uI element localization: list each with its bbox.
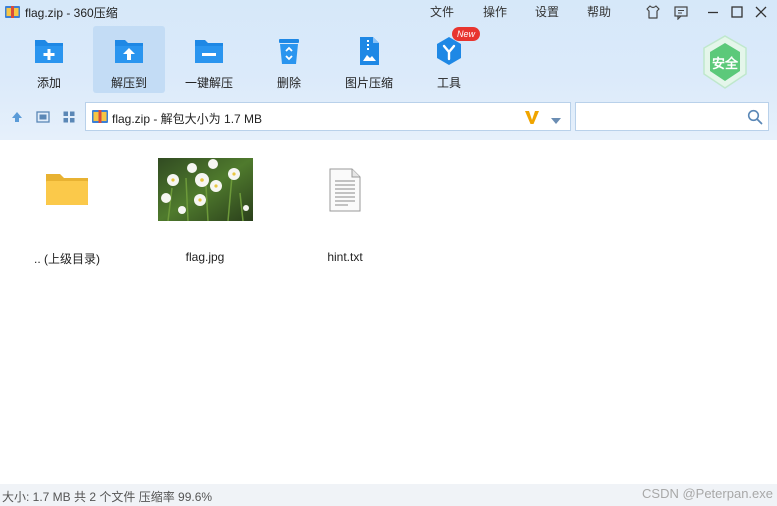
search-input[interactable] bbox=[580, 106, 740, 127]
add-folder-icon bbox=[33, 36, 65, 66]
image-compress-icon bbox=[353, 36, 385, 66]
skin-icon[interactable] bbox=[645, 4, 661, 20]
one-click-extract-label: 一键解压 bbox=[184, 76, 233, 90]
csdn-watermark: CSDN @Peterpan.exe bbox=[642, 486, 773, 501]
extract-to-button[interactable]: 解压到 bbox=[93, 26, 165, 93]
close-icon[interactable] bbox=[753, 4, 769, 20]
delete-button[interactable]: 删除 bbox=[253, 26, 325, 93]
delete-label: 删除 bbox=[276, 76, 301, 90]
menu-operation[interactable]: 操作 bbox=[483, 3, 507, 20]
folder-icon bbox=[45, 171, 89, 207]
text-document-icon bbox=[328, 168, 362, 212]
up-arrow-icon[interactable] bbox=[9, 109, 25, 125]
tools-label: 工具 bbox=[436, 76, 461, 90]
search-box[interactable] bbox=[575, 102, 769, 131]
one-click-extract-icon bbox=[193, 36, 225, 66]
security-label: 安全 bbox=[711, 56, 738, 71]
file-item-flag-jpg[interactable]: flag.jpg bbox=[150, 147, 260, 267]
menu-help[interactable]: 帮助 bbox=[587, 3, 611, 20]
zip-archive-icon bbox=[92, 109, 108, 124]
address-path: flag.zip - 解包大小为 1.7 MB bbox=[112, 112, 263, 126]
app-window: flag.zip - 360压缩 文件 操作 设置 帮助 添加 解压到 一键解压… bbox=[0, 0, 777, 506]
file-item-parent[interactable]: .. (上级目录) bbox=[12, 147, 122, 267]
address-bar[interactable]: flag.zip - 解包大小为 1.7 MB bbox=[85, 102, 571, 131]
feedback-icon[interactable] bbox=[673, 4, 689, 21]
add-label: 添加 bbox=[36, 76, 61, 90]
search-icon[interactable] bbox=[747, 109, 763, 125]
flower-photo-thumbnail bbox=[158, 158, 253, 222]
file-list-area: .. (上级目录) flag.jpg hint.txt bbox=[0, 140, 777, 484]
detail-view-icon[interactable] bbox=[35, 109, 51, 125]
minimize-icon[interactable] bbox=[705, 4, 721, 20]
status-summary: 大小: 1.7 MB 共 2 个文件 压缩率 99.6% bbox=[2, 490, 213, 504]
zip-archive-icon bbox=[5, 5, 20, 19]
maximize-icon[interactable] bbox=[729, 4, 745, 20]
recycle-bin-icon bbox=[273, 36, 305, 66]
add-button[interactable]: 添加 bbox=[13, 26, 85, 93]
chevron-down-icon[interactable] bbox=[550, 114, 562, 124]
image-compress-label: 图片压缩 bbox=[344, 76, 393, 90]
status-bar: 大小: 1.7 MB 共 2 个文件 压缩率 99.6% CSDN @Peter… bbox=[0, 484, 777, 506]
file-name: hint.txt bbox=[327, 250, 363, 264]
image-compress-button[interactable]: 图片压缩 bbox=[333, 26, 405, 93]
file-name: .. (上级目录) bbox=[34, 252, 100, 266]
grid-view-icon[interactable] bbox=[61, 109, 77, 125]
file-name: flag.jpg bbox=[185, 250, 225, 264]
new-badge: New bbox=[452, 27, 481, 41]
extract-folder-icon bbox=[113, 36, 145, 66]
window-title: flag.zip - 360压缩 bbox=[25, 6, 118, 20]
one-click-extract-button[interactable]: 一键解压 bbox=[173, 26, 245, 93]
menu-settings[interactable]: 设置 bbox=[535, 3, 559, 20]
v-logo-icon[interactable] bbox=[524, 108, 540, 126]
menu-file[interactable]: 文件 bbox=[430, 3, 454, 20]
title-bar: flag.zip - 360压缩 文件 操作 设置 帮助 bbox=[0, 0, 777, 24]
extract-to-label: 解压到 bbox=[110, 76, 147, 90]
file-item-hint-txt[interactable]: hint.txt bbox=[290, 147, 400, 267]
